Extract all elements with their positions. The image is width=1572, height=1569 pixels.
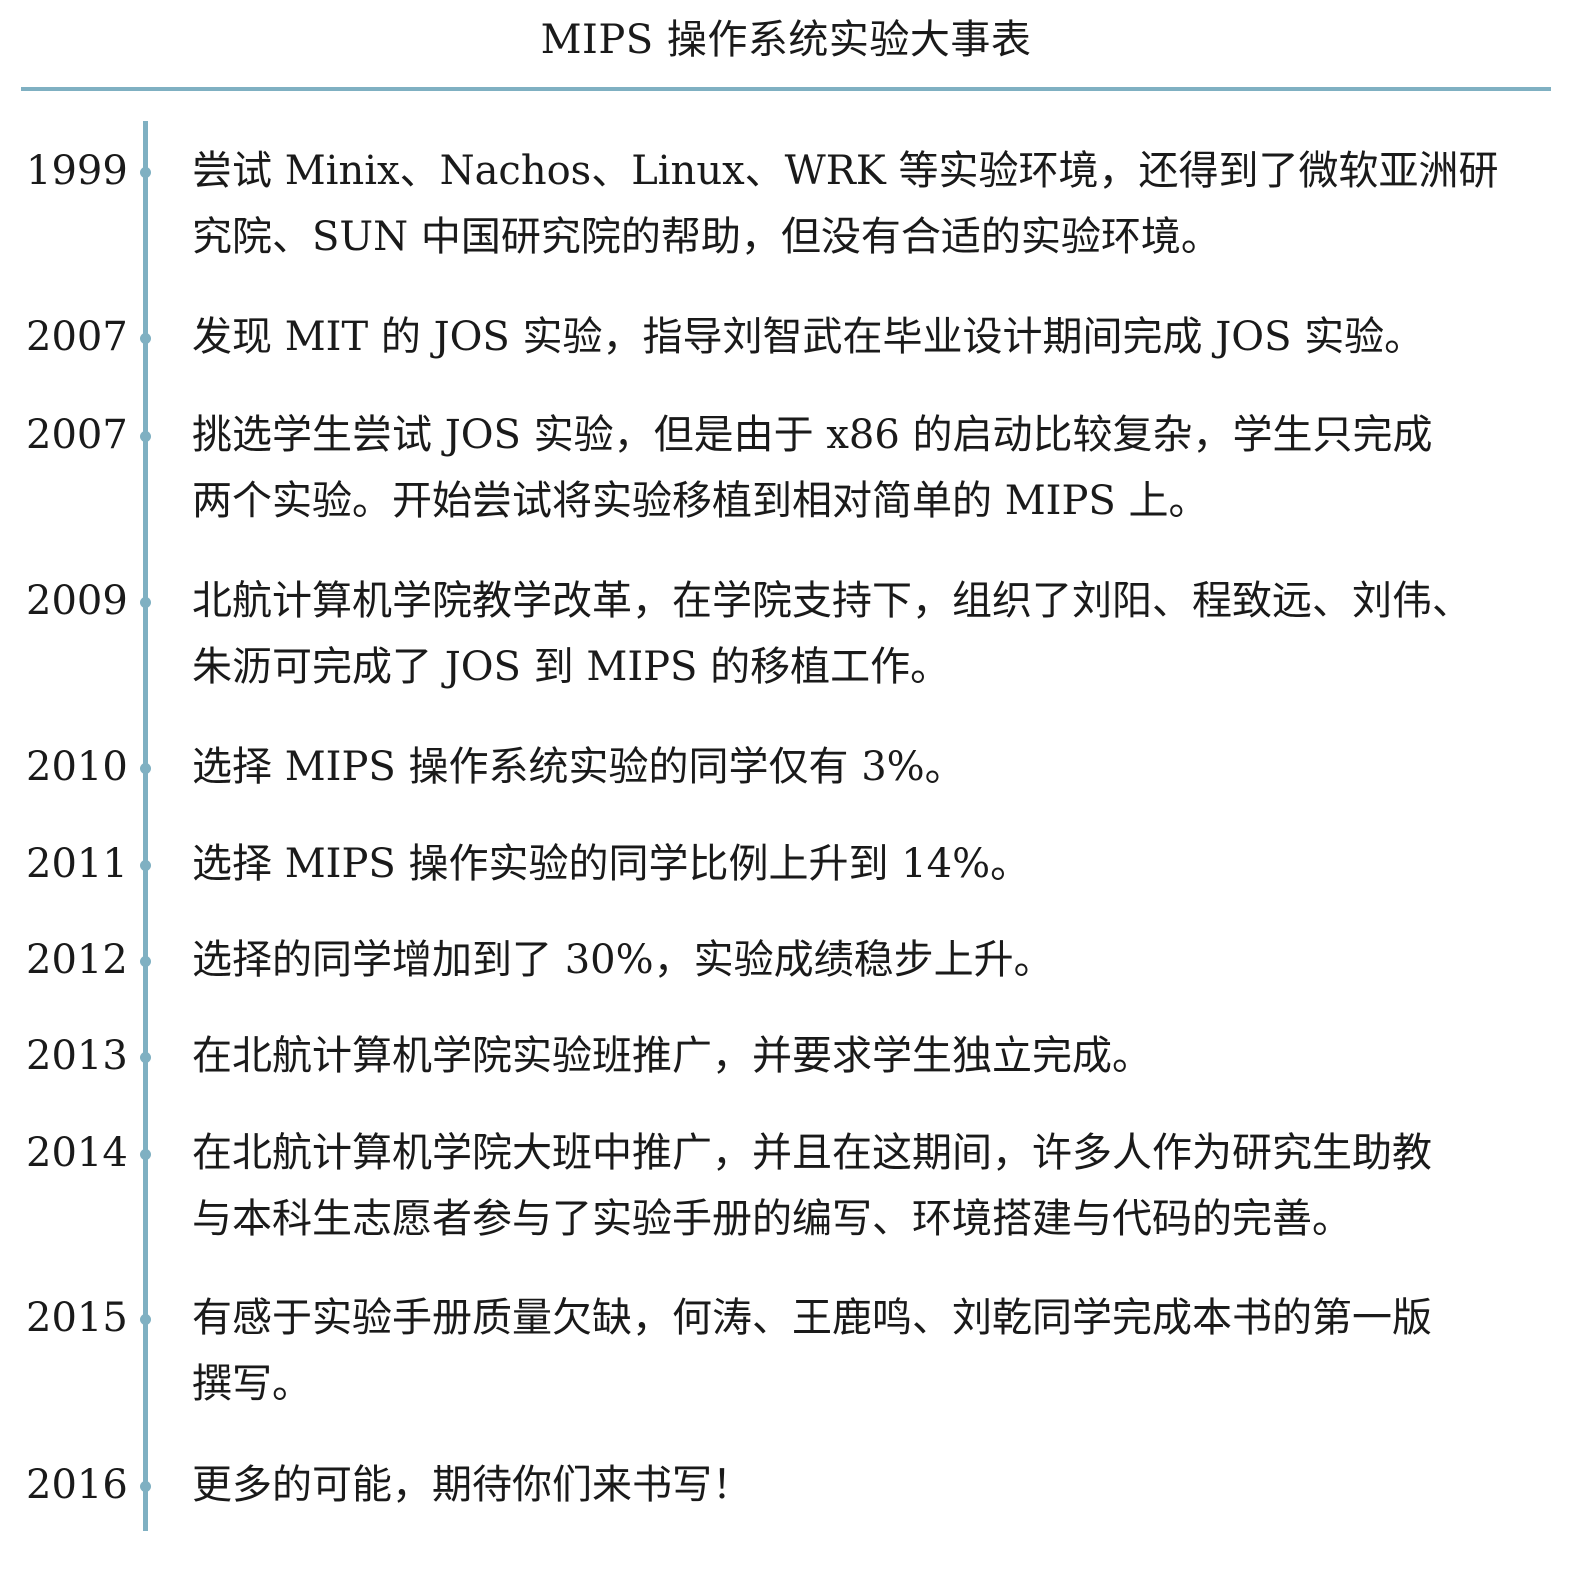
event-year: 2007 [26,314,128,360]
event-year: 2014 [26,1130,128,1176]
event-year: 2016 [26,1462,128,1508]
timeline-dot [140,333,151,344]
timeline-dot [140,167,151,178]
event-year: 2011 [26,841,128,887]
timeline-dot [140,860,151,871]
event-year: 2012 [26,937,128,983]
event-year: 2009 [26,578,128,624]
event-description: 北航计算机学院教学改革，在学院支持下，组织了刘阳、程致远、刘伟、 朱沥可完成了 … [192,578,1472,690]
event-description: 选择 MIPS 操作系统实验的同学仅有 3%。 [192,744,965,790]
timeline-dot [140,1052,151,1063]
timeline-dot [140,1149,151,1160]
timeline-dot [140,431,151,442]
event-description: 选择的同学增加到了 30%，实验成绩稳步上升。 [192,937,1054,983]
event-description: 选择 MIPS 操作实验的同学比例上升到 14%。 [192,841,1031,887]
event-description: 发现 MIT 的 JOS 实验，指导刘智武在毕业设计期间完成 JOS 实验。 [192,314,1425,360]
timeline-dot [140,597,151,608]
event-year: 2010 [26,744,128,790]
event-year: 2013 [26,1033,128,1079]
event-description: 尝试 Minix、Nachos、Linux、WRK 等实验环境，还得到了微软亚洲… [192,148,1499,260]
event-description: 有感于实验手册质量欠缺，何涛、王鹿鸣、刘乾同学完成本书的第一版 撰写。 [192,1295,1432,1407]
title-divider [21,87,1551,91]
event-description: 挑选学生尝试 JOS 实验，但是由于 x86 的启动比较复杂，学生只完成 两个实… [192,412,1433,524]
event-description: 在北航计算机学院大班中推广，并且在这期间，许多人作为研究生助教 与本科生志愿者参… [192,1130,1432,1242]
page-title: MIPS 操作系统实验大事表 [540,17,1032,63]
event-year: 1999 [26,148,128,194]
event-year: 2015 [26,1295,128,1341]
event-description: 更多的可能，期待你们来书写！ [192,1462,752,1508]
event-description: 在北航计算机学院实验班推广，并要求学生独立完成。 [192,1033,1152,1079]
timeline-dot [140,763,151,774]
timeline-dot [140,1314,151,1325]
timeline-dot [140,956,151,967]
timeline-dot [140,1481,151,1492]
event-year: 2007 [26,412,128,458]
